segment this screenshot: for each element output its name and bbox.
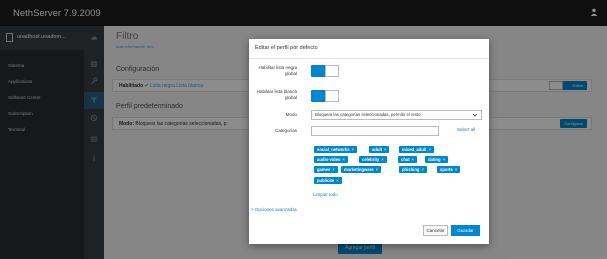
remove-tag-icon[interactable]: ×	[352, 147, 354, 152]
edit-profile-modal: Editar el perfil por defecto Habilitar l…	[249, 39, 489, 244]
blacklist-toggle-knob	[325, 65, 339, 77]
cancel-button[interactable]: Cancelar	[423, 225, 448, 236]
mode-select[interactable]: Bloquear las categorías seleccionadas, p…	[311, 110, 482, 120]
remove-tag-icon[interactable]: ×	[443, 157, 445, 162]
whitelist-label: Habilitar lista blanca global	[256, 89, 297, 100]
category-tag[interactable]: publicite ×	[314, 177, 342, 184]
tag-label: publicite	[317, 178, 335, 183]
category-tag[interactable]: sports ×	[437, 166, 461, 173]
tag-label: audio-video	[317, 157, 341, 162]
category-tag[interactable]: phishing ×	[399, 166, 427, 173]
tag-label: marketingware	[344, 167, 374, 172]
tag-label: phishing	[402, 167, 420, 172]
category-tag[interactable]: mixed_adult ×	[399, 146, 434, 153]
remove-tag-icon[interactable]: ×	[455, 167, 457, 172]
remove-tag-icon[interactable]: ×	[336, 178, 338, 183]
category-tag[interactable]: social_networks ×	[314, 146, 358, 153]
advanced-options-toggle[interactable]: > Opciones avanzadas	[251, 207, 297, 212]
remove-tag-icon[interactable]: ×	[428, 147, 430, 152]
remove-tag-icon[interactable]: ×	[412, 157, 414, 162]
category-tag[interactable]: adult ×	[369, 146, 390, 153]
remove-tag-icon[interactable]: ×	[376, 167, 378, 172]
tag-label: games	[317, 167, 331, 172]
remove-tag-icon[interactable]: ×	[381, 157, 383, 162]
category-tag[interactable]: marketingware ×	[341, 166, 382, 173]
category-tag[interactable]: dating ×	[425, 156, 449, 163]
categories-label: Categorías	[274, 128, 297, 133]
tag-label: adult	[372, 147, 383, 152]
remove-tag-icon[interactable]: ×	[343, 157, 345, 162]
blacklist-toggle[interactable]	[311, 65, 339, 77]
category-tag[interactable]: audio-video ×	[314, 156, 348, 163]
remove-tag-icon[interactable]: ×	[332, 167, 334, 172]
blacklist-label: Habilitar lista negra global	[258, 65, 297, 76]
tag-label: sports	[440, 167, 453, 172]
modal-header: Editar el perfil por defecto	[249, 39, 489, 59]
tag-label: social_networks	[317, 147, 350, 152]
remove-tag-icon[interactable]: ×	[384, 147, 386, 152]
clear-all-link[interactable]: Limpiar todo	[313, 192, 338, 197]
categories-input[interactable]	[311, 126, 439, 136]
whitelist-toggle-knob	[325, 90, 339, 102]
category-tag[interactable]: chat ×	[398, 156, 418, 163]
category-tag[interactable]: games ×	[314, 166, 338, 173]
save-button[interactable]: Guardar	[451, 225, 480, 236]
mode-select-value: Bloquear las categorías seleccionadas, p…	[315, 112, 421, 117]
modal-title: Editar el perfil por defecto	[255, 45, 318, 51]
tag-label: dating	[428, 157, 441, 162]
advanced-options-label: Opciones avanzadas	[254, 207, 297, 212]
category-tag[interactable]: celebrity ×	[359, 156, 387, 163]
mode-label: Modo	[285, 112, 297, 117]
chevron-down-icon	[472, 113, 478, 117]
whitelist-toggle[interactable]	[311, 90, 339, 102]
chevron-right-icon: >	[251, 207, 254, 212]
tag-label: mixed_adult	[402, 147, 427, 152]
tag-label: celebrity	[362, 157, 380, 162]
tag-label: chat	[401, 157, 410, 162]
remove-tag-icon[interactable]: ×	[421, 167, 423, 172]
select-all-link[interactable]: Select all	[457, 127, 475, 132]
